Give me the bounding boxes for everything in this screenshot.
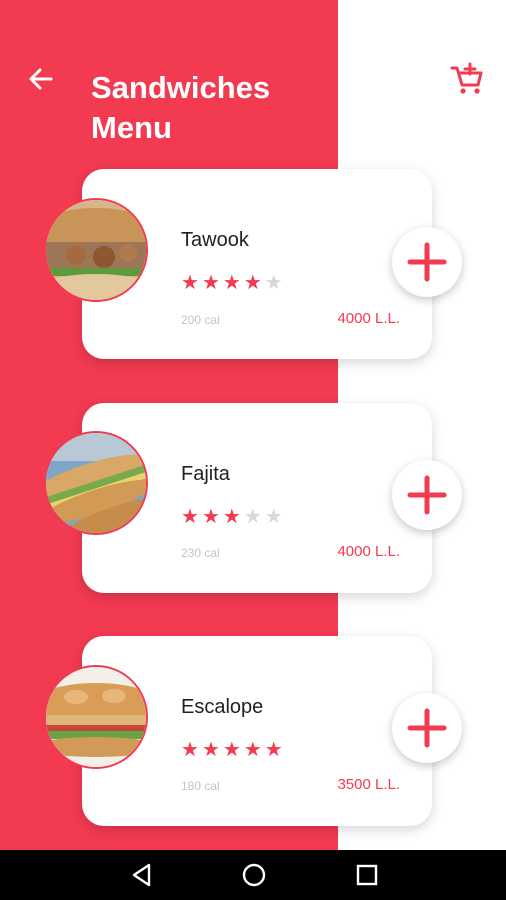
status-bar: ▯ ◷ ◠ ▟ 69 5:12 pm xyxy=(0,0,506,34)
star-filled-icon: ★ xyxy=(201,506,220,528)
alarm-icon: ◷ xyxy=(359,9,372,25)
star-filled-icon: ★ xyxy=(181,739,199,761)
item-calories: 230 cal xyxy=(181,546,220,560)
add-to-cart-button[interactable] xyxy=(392,693,462,763)
item-calories: 180 cal xyxy=(181,779,220,793)
signal-icon: ▟ xyxy=(395,9,407,25)
square-recents-icon[interactable] xyxy=(354,862,380,888)
vibrate-icon: ▯ xyxy=(345,9,354,25)
item-name: Tawook xyxy=(181,229,249,251)
wifi-icon: ◠ xyxy=(377,9,390,25)
item-price: 4000 L.L. xyxy=(337,543,400,560)
star-filled-icon: ★ xyxy=(243,272,262,294)
sandwich-image xyxy=(44,198,148,302)
item-price: 4000 L.L. xyxy=(337,310,400,327)
system-navigation-bar xyxy=(0,850,506,900)
item-name: Escalope xyxy=(181,696,264,718)
battery-icon: 69 xyxy=(412,9,432,25)
triangle-back-icon[interactable] xyxy=(129,862,155,888)
add-to-cart-button[interactable] xyxy=(392,227,462,297)
add-to-cart-button[interactable] xyxy=(392,460,462,530)
arrow-left-icon[interactable] xyxy=(24,62,58,96)
star-filled-icon: ★ xyxy=(222,506,241,528)
plus-icon xyxy=(407,708,447,748)
plus-icon xyxy=(407,242,447,282)
plus-icon xyxy=(407,475,447,515)
rating-stars: ★ ★ ★ ★ ★ xyxy=(181,507,283,527)
star-empty-icon: ★ xyxy=(264,506,283,528)
star-filled-icon: ★ xyxy=(222,739,241,761)
cart-add-icon[interactable] xyxy=(448,60,486,98)
star-filled-icon: ★ xyxy=(181,506,199,528)
star-filled-icon: ★ xyxy=(181,272,199,294)
page-title-line1: Sandwiches xyxy=(91,70,271,105)
star-empty-icon: ★ xyxy=(264,272,283,294)
item-price: 3500 L.L. xyxy=(337,776,400,793)
page-title: Sandwiches Menu xyxy=(91,68,311,148)
rating-stars: ★ ★ ★ ★ ★ xyxy=(181,273,283,293)
star-empty-icon: ★ xyxy=(243,506,262,528)
star-filled-icon: ★ xyxy=(201,739,220,761)
star-filled-icon: ★ xyxy=(264,739,283,761)
star-filled-icon: ★ xyxy=(222,272,241,294)
page-title-line2: Menu xyxy=(91,110,172,145)
status-time: 5:12 pm xyxy=(439,8,494,26)
sandwich-image xyxy=(44,665,148,769)
item-calories: 200 cal xyxy=(181,313,220,327)
star-filled-icon: ★ xyxy=(243,739,262,761)
item-name: Fajita xyxy=(181,463,230,485)
circle-home-icon[interactable] xyxy=(241,862,267,888)
rating-stars: ★ ★ ★ ★ ★ xyxy=(181,740,283,760)
star-filled-icon: ★ xyxy=(201,272,220,294)
sandwich-image xyxy=(44,431,148,535)
